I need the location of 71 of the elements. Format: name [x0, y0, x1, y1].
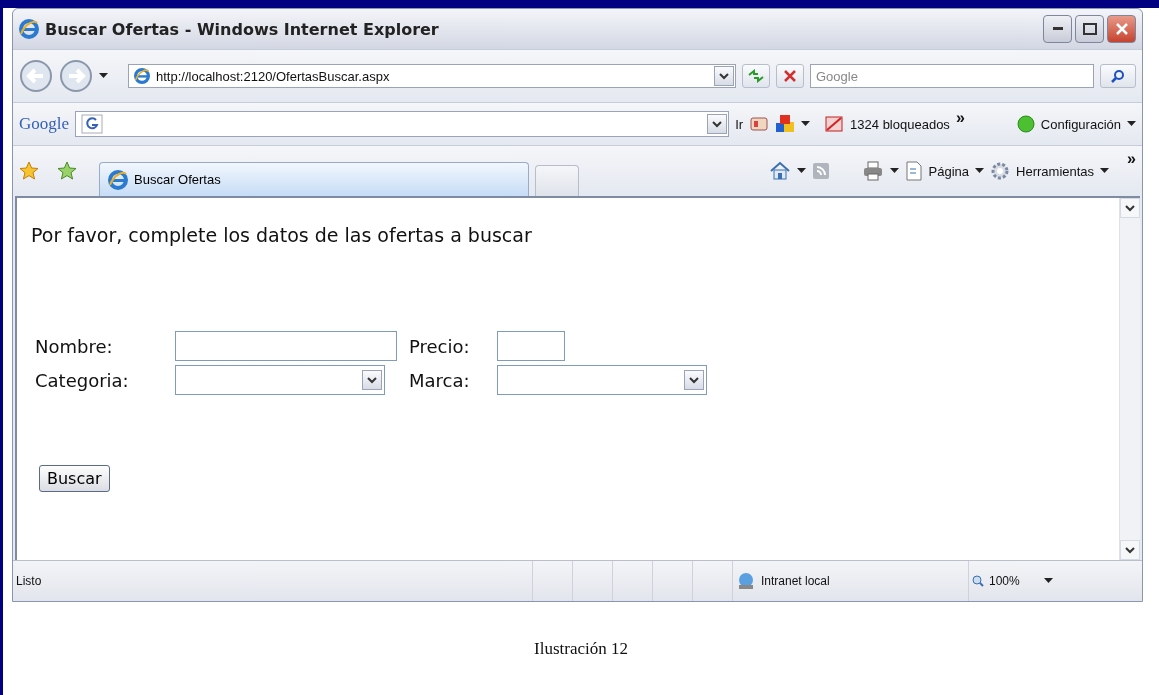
status-text: Listo: [16, 574, 42, 588]
caret-icon[interactable]: [1100, 168, 1110, 174]
figure-caption: Ilustración 12: [534, 639, 628, 659]
globe-icon: [736, 572, 756, 590]
caret-icon[interactable]: [975, 168, 985, 174]
tools-menu[interactable]: Herramientas: [1016, 163, 1095, 179]
minimize-button[interactable]: [1043, 15, 1072, 43]
zone-text: Intranet local: [761, 574, 830, 588]
minimize-icon: [1052, 27, 1063, 31]
add-favorite-icon[interactable]: [57, 161, 77, 181]
more-link[interactable]: »: [955, 109, 965, 127]
search-button[interactable]: [1100, 64, 1136, 88]
google-search-field[interactable]: [75, 111, 730, 137]
page-heading: Por favor, complete los datos de las ofertas a buscar: [31, 224, 533, 246]
field-label: Categoria:: [35, 369, 130, 391]
search-field[interactable]: Google: [810, 64, 1094, 88]
google-logo: Google: [19, 114, 70, 134]
caret-icon[interactable]: [1043, 578, 1053, 584]
stop-button[interactable]: [776, 64, 804, 88]
chevron-down-icon: [1125, 204, 1135, 212]
browser-tab[interactable]: Buscar Ofertas: [99, 162, 529, 196]
go-link[interactable]: Ir: [735, 116, 744, 132]
text-field[interactable]: [175, 331, 397, 361]
window-title: Buscar Ofertas - Windows Internet Explorer: [45, 19, 440, 39]
field-label: Marca:: [409, 369, 471, 391]
refresh-button[interactable]: [742, 64, 770, 88]
e-logo-icon: [108, 169, 128, 190]
star-icon[interactable]: [19, 161, 39, 181]
forward-button[interactable]: [59, 59, 93, 93]
printer-icon[interactable]: [861, 161, 884, 181]
page-menu[interactable]: Página: [928, 163, 970, 179]
search-submit-button[interactable]: Buscar: [39, 465, 110, 492]
caret-icon[interactable]: [796, 168, 806, 174]
field-label: Nombre:: [35, 335, 114, 357]
field-label: Precio:: [409, 335, 471, 357]
blocked-count[interactable]: 1324 bloqueados: [850, 116, 950, 132]
stop-icon: [783, 69, 797, 83]
zoom-icon: [972, 575, 984, 587]
chevron-down-icon: [1125, 546, 1135, 554]
settings-menu[interactable]: Configuración: [1040, 116, 1121, 132]
back-button[interactable]: [19, 59, 53, 93]
e-logo-icon: [134, 68, 150, 84]
caret-icon[interactable]: [889, 168, 899, 174]
cubes-icon[interactable]: [775, 114, 796, 134]
page-icon: [904, 161, 923, 181]
chevron-down-icon: [367, 376, 377, 384]
maximize-button[interactable]: [1075, 15, 1104, 43]
chevron-down-icon: [719, 72, 729, 80]
g-logo-icon: [81, 114, 104, 134]
close-button[interactable]: [1107, 15, 1136, 43]
chevron-down-icon: [712, 120, 723, 128]
dropdown-field[interactable]: [175, 365, 385, 395]
maximize-icon: [1082, 23, 1097, 35]
more-link[interactable]: »: [1127, 150, 1136, 168]
e-logo-icon: [19, 19, 39, 39]
dropdown-field[interactable]: [497, 365, 707, 395]
home-icon[interactable]: [768, 161, 791, 181]
zoom-level[interactable]: 100%: [989, 574, 1020, 588]
close-icon: [1114, 22, 1129, 36]
caret-icon[interactable]: [1127, 121, 1136, 127]
refresh-icon: [747, 69, 765, 83]
status-dot-icon: [1016, 115, 1035, 133]
search-icon: [1111, 69, 1125, 83]
popup-blocker-icon[interactable]: [824, 115, 845, 133]
history-dropdown-icon[interactable]: [99, 73, 108, 79]
address-field[interactable]: http://localhost:2120/OfertasBuscar.aspx: [128, 64, 736, 88]
text-field[interactable]: [497, 331, 565, 361]
caret-icon[interactable]: [801, 121, 811, 127]
chevron-down-icon: [689, 376, 699, 384]
scrollbar[interactable]: [1119, 198, 1140, 560]
gear-icon: [990, 161, 1011, 181]
